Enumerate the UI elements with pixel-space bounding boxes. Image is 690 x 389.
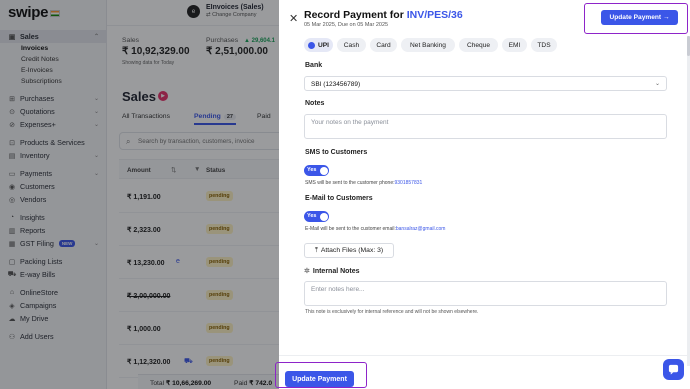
modal-backdrop[interactable] [0, 0, 279, 389]
record-payment-panel: ✕ Record Payment for INV/PES/36 05 Mar 2… [279, 0, 690, 389]
sms-hint: SMS will be sent to the customer phone:9… [305, 180, 423, 186]
sms-toggle[interactable]: Yes [304, 165, 329, 176]
panel-divider [279, 355, 690, 356]
invoice-dates: 05 Mar 2025, Due on 05 Mar 2025 [304, 22, 389, 28]
gear-icon: ✲ [304, 268, 310, 275]
bank-select[interactable]: SBI (123456789) ⌄ [304, 76, 667, 91]
mode-card[interactable]: Card [370, 38, 397, 52]
mode-cash[interactable]: Cash [337, 38, 366, 52]
panel-title: Record Payment for INV/PES/36 [304, 9, 463, 21]
invoice-number: INV/PES/36 [406, 9, 463, 21]
email-label: E-Mail to Customers [305, 195, 373, 202]
attach-files-button[interactable]: ⤒ Attach Files (Max: 3) [304, 243, 394, 258]
email-hint: E-Mail will be sent to the customer emai… [305, 226, 446, 232]
internal-notes-textarea[interactable]: Enter notes here... [304, 281, 667, 306]
update-payment-top-button[interactable]: Update Payment → [601, 10, 678, 25]
chat-icon [668, 364, 679, 375]
close-icon[interactable]: ✕ [289, 12, 298, 25]
mode-emi[interactable]: EMI [502, 38, 527, 52]
sms-label: SMS to Customers [305, 149, 368, 156]
email-address: bansalraz@gmail.com [395, 226, 446, 232]
mode-net-banking[interactable]: Net Banking [401, 38, 455, 52]
chat-support-button[interactable] [663, 359, 684, 380]
sms-phone: 9301857831 [394, 180, 423, 186]
radio-selected-icon [308, 41, 315, 49]
upload-icon: ⤒ [314, 246, 318, 254]
notes-textarea[interactable]: Your notes on the payment [304, 114, 667, 139]
mode-cheque[interactable]: Cheque [459, 38, 498, 52]
notes-label: Notes [305, 100, 325, 107]
chevron-down-icon: ⌄ [654, 81, 660, 87]
update-payment-bottom-button[interactable]: Update Payment [285, 371, 354, 387]
app-root: swipe ▣ Sales ⌃ Invoices Credit Notes E-In… [0, 0, 690, 389]
bank-label: Bank [305, 62, 323, 69]
internal-notes-hint: This note is exclusively for internal re… [305, 309, 479, 315]
mode-tds[interactable]: TDS [531, 38, 557, 52]
mode-upi[interactable]: UPI [304, 38, 333, 52]
internal-notes-label: ✲ Internal Notes [304, 268, 360, 275]
email-toggle[interactable]: Yes [304, 211, 329, 222]
